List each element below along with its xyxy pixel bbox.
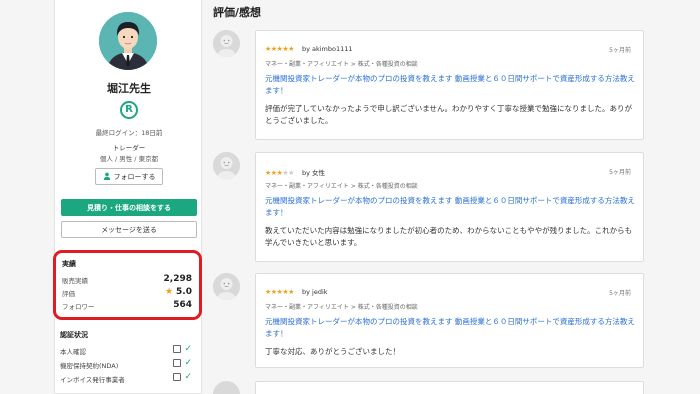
review-stars: ★★★★★	[265, 45, 294, 53]
check-icon: ✓	[184, 372, 192, 382]
review-item: ★★★★★ by 女性 5ヶ月前 マネー・副業・アフィリエイト > 株式・各種投…	[213, 152, 644, 262]
review-time: 5ヶ月前	[609, 290, 631, 297]
review-card: ★★★★★ by jedik 5ヶ月前 マネー・副業・アフィリエイト > 株式・…	[255, 273, 644, 368]
review-time: 5ヶ月前	[609, 47, 631, 54]
reviews-section-title: 評価/感想	[213, 6, 262, 19]
stat-followers: フォロワー 564	[62, 300, 192, 313]
review-category: マネー・副業・アフィリエイト > 株式・各種投資の相談	[265, 61, 418, 68]
review-comment: 教えていただいた内容は勉強になりましたが初心者のため、わからないこともややが残り…	[265, 226, 633, 247]
verification-item: インボイス発行事業者 ✓	[60, 372, 192, 385]
verification-label: 機密保持契約(NDA)	[60, 362, 119, 370]
review-service-link[interactable]: 元機関投資家トレーダーが本物のプロの投資を教えます 動画授業と６０日間サポートで…	[265, 73, 635, 97]
verification-item: 機密保持契約(NDA) ✓	[60, 358, 192, 371]
review-time: 5ヶ月前	[609, 169, 631, 176]
check-icon: ✓	[184, 344, 192, 354]
review-stars: ★★★★★	[265, 288, 294, 296]
seller-avatar[interactable]	[99, 12, 157, 70]
reviewer-name[interactable]: by jedik	[302, 288, 328, 296]
review-header: ★★★★★ by jedik	[265, 288, 328, 296]
review-card: ★★★★★ by akimbo1111 5ヶ月前 マネー・副業・アフィリエイト …	[255, 30, 644, 140]
follow-button[interactable]: フォローする	[95, 168, 163, 185]
stat-sales-value: 2,298	[163, 274, 192, 284]
review-item: ★★★★★ by jedik 5ヶ月前 マネー・副業・アフィリエイト > 株式・…	[213, 273, 644, 368]
stat-followers-value: 564	[173, 300, 192, 310]
stat-sales-label: 販売実績	[62, 277, 88, 285]
review-comment: 丁寧な対応、ありがとうございました！	[265, 347, 400, 356]
seller-name: 堀江先生	[107, 82, 151, 95]
review-category: マネー・副業・アフィリエイト > 株式・各種投資の相談	[265, 304, 418, 311]
invoice-icon	[173, 373, 182, 381]
seller-role: トレーダー	[112, 144, 146, 152]
reviewer-avatar	[213, 273, 240, 300]
reviewer-avatar	[213, 381, 240, 394]
verification-item: 本人確認 ✓	[60, 344, 192, 357]
stat-rating-label: 評価	[62, 290, 75, 298]
stat-rating: 評価 ★ 5.0	[62, 287, 192, 300]
id-card-icon	[173, 345, 182, 353]
send-message-button[interactable]: メッセージを送る	[61, 221, 197, 238]
review-stars: ★★★★★	[265, 169, 294, 177]
review-item-partial	[213, 381, 644, 394]
reviewer-avatar	[213, 152, 240, 179]
rank-badge: R	[120, 101, 138, 119]
last-login: 最終ログイン：18日前	[95, 129, 163, 137]
follow-button-label: フォローする	[113, 172, 156, 181]
review-card	[255, 381, 644, 394]
stats-title: 実績	[62, 260, 76, 268]
seller-meta: 個人 / 男性 / 東京都	[99, 155, 159, 163]
review-service-link[interactable]: 元機関投資家トレーダーが本物のプロの投資を教えます 動画授業と６０日間サポートで…	[265, 316, 635, 340]
stat-rating-value: 5.0	[176, 287, 192, 297]
verification-label: 本人確認	[60, 348, 86, 356]
star-icon: ★	[164, 287, 174, 297]
review-card: ★★★★★ by 女性 5ヶ月前 マネー・副業・アフィリエイト > 株式・各種投…	[255, 152, 644, 262]
review-service-link[interactable]: 元機関投資家トレーダーが本物のプロの投資を教えます 動画授業と６０日間サポートで…	[265, 195, 635, 219]
reviewer-name[interactable]: by akimbo1111	[302, 45, 353, 53]
verification-label: インボイス発行事業者	[60, 376, 125, 384]
review-header: ★★★★★ by 女性	[265, 167, 325, 177]
person-icon	[103, 172, 111, 182]
stat-sales: 販売実績 2,298	[62, 274, 192, 287]
stat-followers-label: フォロワー	[62, 303, 95, 311]
review-category: マネー・副業・アフィリエイト > 株式・各種投資の相談	[265, 183, 418, 190]
verification-title: 認証状況	[60, 331, 88, 339]
consult-button[interactable]: 見積り・仕事の相談をする	[61, 199, 197, 216]
review-comment: 評価が完了していなかったようで申し訳ございません。わかりやすく丁寧な授業で勉強に…	[265, 104, 633, 125]
review-header: ★★★★★ by akimbo1111	[265, 45, 353, 53]
reviewer-avatar	[213, 30, 240, 57]
reviewer-name[interactable]: by 女性	[302, 169, 325, 177]
stat-rating-value-wrap: ★ 5.0	[165, 287, 192, 297]
review-item: ★★★★★ by akimbo1111 5ヶ月前 マネー・副業・アフィリエイト …	[213, 30, 644, 140]
document-icon	[173, 359, 182, 367]
check-icon: ✓	[184, 358, 192, 368]
stats-box: 実績 販売実績 2,298 評価 ★ 5.0 フォロワー 564	[53, 250, 202, 320]
